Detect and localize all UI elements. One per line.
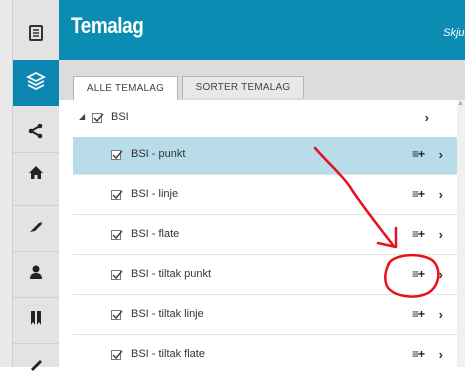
- layer-row-bsi-linje[interactable]: BSI - linje ≡+ ›: [73, 177, 457, 215]
- layers-panel: Temalag Skjul ALLE TEMALAG SORTER TEMALA…: [59, 0, 465, 367]
- hide-panel-link[interactable]: Skjul: [443, 27, 465, 39]
- left-edge: [0, 0, 13, 367]
- scroll-up-icon[interactable]: ▲: [457, 100, 464, 107]
- share-icon: [28, 123, 44, 144]
- tab-bar: ALLE TEMALAG SORTER TEMALAG: [59, 60, 465, 100]
- home-button[interactable]: [13, 152, 59, 198]
- panel-title: Temalag: [71, 13, 144, 38]
- layer-label: BSI - punkt: [131, 148, 186, 160]
- layer-label: BSI - linje: [131, 188, 179, 200]
- layer-group-bsi[interactable]: ◢ BSI ›: [59, 100, 443, 138]
- layer-checkbox[interactable]: [111, 310, 123, 320]
- person-button[interactable]: [13, 251, 59, 297]
- legend-button[interactable]: [13, 12, 59, 58]
- pencil-button[interactable]: [13, 343, 59, 389]
- group-checkbox[interactable]: [92, 113, 104, 123]
- layer-checkbox[interactable]: [111, 230, 123, 240]
- group-label: BSI: [111, 111, 129, 123]
- legend-add-icon[interactable]: ≡+: [412, 147, 425, 161]
- legend-add-icon[interactable]: ≡+: [412, 307, 425, 321]
- bookmarks-icon: [29, 310, 43, 331]
- chevron-right-icon[interactable]: ›: [425, 110, 429, 125]
- layer-checkbox[interactable]: [111, 150, 123, 160]
- chevron-right-icon[interactable]: ›: [439, 147, 443, 162]
- layers-icon: [25, 71, 47, 96]
- tag-icon: [28, 218, 44, 239]
- list-scrollbar[interactable]: ▲: [457, 100, 465, 367]
- legend-add-icon[interactable]: ≡+: [412, 187, 425, 201]
- layer-row-bsi-tiltak-linje[interactable]: BSI - tiltak linje ≡+ ›: [73, 297, 457, 335]
- panel-header: Temalag Skjul: [59, 0, 465, 60]
- chevron-right-icon[interactable]: ›: [439, 227, 443, 242]
- layer-checkbox[interactable]: [111, 350, 123, 360]
- layer-row-bsi-tiltak-flate[interactable]: BSI - tiltak flate ≡+ ›: [73, 337, 457, 375]
- bookmarks-button[interactable]: [13, 297, 59, 343]
- layer-label: BSI - tiltak linje: [131, 308, 204, 320]
- chevron-right-icon[interactable]: ›: [439, 307, 443, 322]
- chevron-right-icon[interactable]: ›: [439, 267, 443, 282]
- legend-add-icon[interactable]: ≡+: [412, 267, 425, 281]
- layer-list: ◢ BSI › BSI - punkt ≡+ › BSI - linje ≡+ …: [59, 100, 457, 367]
- layer-checkbox[interactable]: [111, 270, 123, 280]
- tab-all-layers[interactable]: ALLE TEMALAG: [73, 76, 178, 100]
- layer-label: BSI - tiltak punkt: [131, 268, 212, 280]
- chevron-right-icon[interactable]: ›: [439, 347, 443, 362]
- home-icon: [28, 165, 44, 185]
- legend-add-icon[interactable]: ≡+: [412, 227, 425, 241]
- layer-label: BSI - tiltak flate: [131, 348, 205, 360]
- chevron-right-icon[interactable]: ›: [439, 187, 443, 202]
- layer-row-bsi-punkt[interactable]: BSI - punkt ≡+ ›: [73, 137, 457, 175]
- layers-button[interactable]: [13, 60, 59, 106]
- legend-add-icon[interactable]: ≡+: [412, 347, 425, 361]
- expand-icon[interactable]: ◢: [79, 112, 85, 121]
- legend-icon: [29, 24, 43, 46]
- pencil-icon: [28, 356, 44, 377]
- tag-button[interactable]: [13, 205, 59, 251]
- share-button[interactable]: [13, 110, 59, 156]
- layer-label: BSI - flate: [131, 228, 180, 240]
- layer-checkbox[interactable]: [111, 190, 123, 200]
- layer-row-bsi-flate[interactable]: BSI - flate ≡+ ›: [73, 217, 457, 255]
- side-nav: [13, 0, 59, 371]
- layer-row-bsi-tiltak-punkt[interactable]: BSI - tiltak punkt ≡+ ›: [73, 257, 457, 295]
- person-icon: [28, 264, 44, 285]
- tab-sort-layers[interactable]: SORTER TEMALAG: [182, 76, 304, 98]
